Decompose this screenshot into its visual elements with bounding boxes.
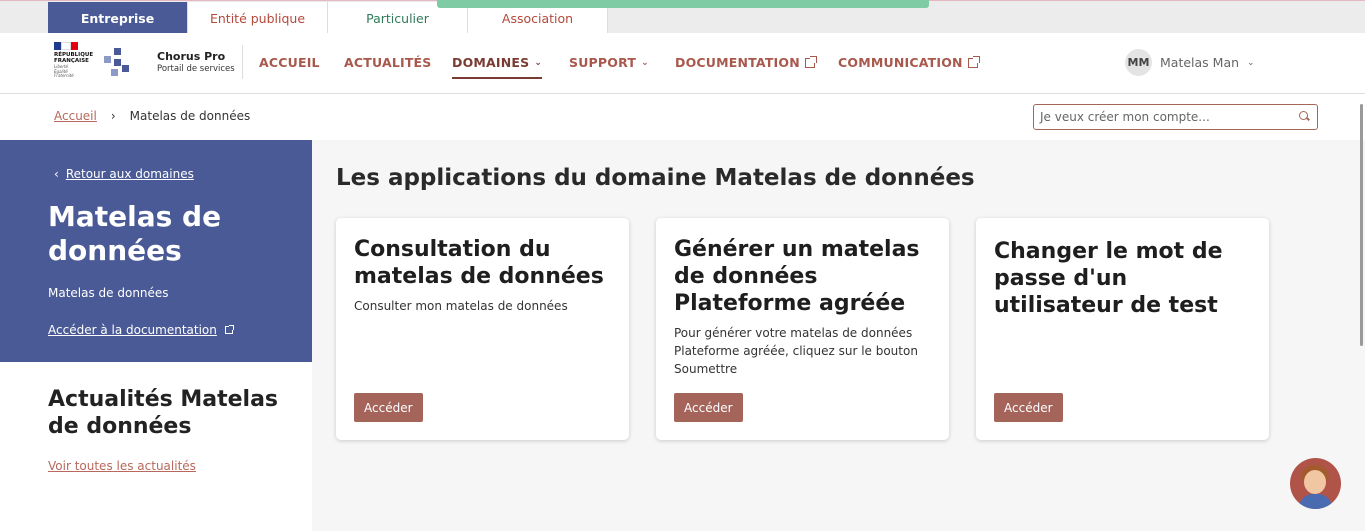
external-link-icon bbox=[967, 55, 980, 68]
chevron-down-icon: ⌄ bbox=[1247, 57, 1255, 68]
chevron-down-icon: ⌄ bbox=[534, 57, 543, 68]
card-description: Pour générer votre matelas de données Pl… bbox=[674, 326, 918, 376]
chorus-pro-logo-icon bbox=[104, 48, 132, 78]
application-card: Changer le mot de passe d'un utilisateur… bbox=[976, 218, 1269, 440]
chevron-left-icon: ‹ bbox=[54, 167, 59, 181]
flag-icon bbox=[54, 42, 78, 50]
scrollbar[interactable] bbox=[1360, 104, 1363, 346]
loading-indicator bbox=[437, 0, 929, 8]
search-placeholder: Je veux créer mon compte... bbox=[1040, 110, 1210, 124]
tab-entreprise[interactable]: Entreprise bbox=[48, 2, 188, 40]
tab-entite-publique[interactable]: Entité publique bbox=[188, 2, 328, 34]
user-name: Matelas Man bbox=[1160, 55, 1240, 70]
news-section: Actualités Matelas de données Voir toute… bbox=[0, 362, 312, 531]
site-header: RÉPUBLIQUE FRANÇAISE Liberté Égalité Fra… bbox=[0, 33, 1365, 94]
motto-line: Fraternité bbox=[54, 73, 74, 78]
external-link-icon bbox=[224, 325, 234, 334]
nav-accueil[interactable]: ACCUEIL bbox=[259, 55, 320, 70]
nav-support[interactable]: SUPPORT ⌄ bbox=[569, 55, 649, 70]
card-title: Changer le mot de passe d'un utilisateur… bbox=[994, 239, 1223, 318]
brand-tagline: Portail de services bbox=[157, 64, 235, 74]
assistant-face-icon bbox=[1304, 470, 1326, 494]
application-card: Consultation du matelas de données Consu… bbox=[336, 218, 629, 440]
external-link-icon bbox=[804, 55, 817, 68]
domain-title: Matelas de données bbox=[48, 200, 222, 267]
back-link-label: Retour aux domaines bbox=[65, 167, 194, 181]
card-description: Consulter mon matelas de données bbox=[354, 299, 568, 313]
breadcrumb-bar: Accueil › Matelas de données Je veux cré… bbox=[0, 94, 1365, 140]
search-input[interactable]: Je veux créer mon compte... bbox=[1033, 104, 1318, 130]
republique-francaise-logo[interactable]: RÉPUBLIQUE FRANÇAISE Liberté Égalité Fra… bbox=[54, 42, 98, 86]
breadcrumb-home-link[interactable]: Accueil bbox=[54, 109, 97, 123]
active-underline bbox=[452, 77, 543, 79]
user-menu[interactable]: MM Matelas Man ⌄ bbox=[1125, 49, 1255, 76]
search-icon[interactable] bbox=[1299, 111, 1308, 120]
back-to-domains[interactable]: ‹ Retour aux domaines bbox=[54, 167, 194, 181]
divider bbox=[242, 45, 243, 79]
brand-name: Chorus Pro bbox=[157, 50, 226, 63]
application-card: Générer un matelas de données Plateforme… bbox=[656, 218, 949, 440]
breadcrumb-current: Matelas de données bbox=[129, 109, 251, 123]
access-button[interactable]: Accéder bbox=[354, 393, 423, 422]
card-title: Générer un matelas de données Plateforme… bbox=[674, 237, 920, 316]
news-title: Actualités Matelas de données bbox=[48, 387, 279, 439]
nav-communication[interactable]: COMMUNICATION bbox=[838, 55, 980, 70]
assistant-avatar-button[interactable] bbox=[1290, 458, 1341, 509]
domain-sidebar: ‹ Retour aux domaines Matelas de données… bbox=[0, 140, 312, 362]
documentation-link[interactable]: Accéder à la documentation bbox=[48, 323, 234, 337]
nav-documentation[interactable]: DOCUMENTATION bbox=[675, 55, 817, 70]
chevron-down-icon: ⌄ bbox=[641, 57, 649, 68]
access-button[interactable]: Accéder bbox=[994, 393, 1063, 422]
nav-actualites[interactable]: ACTUALITÉS bbox=[344, 55, 432, 70]
access-button[interactable]: Accéder bbox=[674, 393, 743, 422]
all-news-link[interactable]: Voir toutes les actualités bbox=[48, 459, 196, 473]
page-title: Les applications du domaine Matelas de d… bbox=[336, 165, 975, 191]
avatar: MM bbox=[1125, 49, 1152, 76]
domain-subtitle: Matelas de données bbox=[48, 286, 169, 300]
nav-domaines[interactable]: DOMAINES ⌄ bbox=[452, 55, 543, 79]
breadcrumb: Accueil › Matelas de données bbox=[54, 109, 250, 123]
card-title: Consultation du matelas de données bbox=[354, 237, 604, 289]
breadcrumb-separator: › bbox=[110, 109, 116, 123]
brand[interactable]: Chorus Pro Portail de services bbox=[157, 50, 235, 74]
